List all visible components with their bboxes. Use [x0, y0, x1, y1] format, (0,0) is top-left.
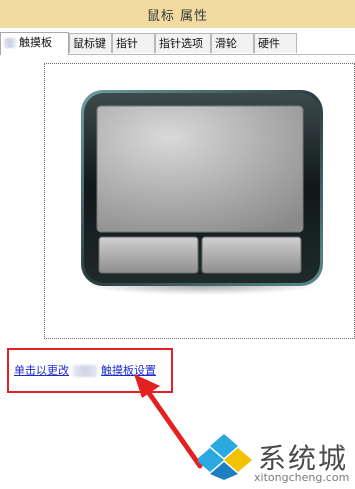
tab-hardware[interactable]: 硬件	[254, 33, 297, 53]
link-prefix: 单击以更改	[14, 364, 69, 377]
tab-label: 触摸板	[19, 36, 52, 49]
tab-label: 指针	[116, 37, 138, 50]
link-blurred-text	[73, 365, 97, 377]
tab-icon-blurred	[4, 38, 16, 48]
tab-buttons[interactable]: 鼠标键	[69, 33, 112, 53]
tab-wheel[interactable]: 滑轮	[211, 33, 254, 53]
watermark-logo-icon	[198, 434, 252, 480]
watermark-url: xitongcheng.com	[254, 471, 350, 484]
tab-pointers[interactable]: 指针	[112, 33, 155, 53]
title-bar: 鼠标 属性	[0, 0, 355, 28]
tab-label: 鼠标键	[73, 37, 106, 50]
tab-label: 指针选项	[159, 37, 203, 50]
tab-label: 硬件	[258, 37, 280, 50]
tab-touchpad[interactable]: 触摸板	[0, 32, 69, 55]
window-title: 鼠标 属性	[146, 9, 209, 24]
tab-pointer-options[interactable]: 指针选项	[155, 33, 211, 53]
tab-label: 滑轮	[215, 37, 237, 50]
touchpad-icon	[81, 90, 323, 295]
tab-strip: 触摸板 鼠标键 指针 指针选项 滑轮 硬件	[0, 32, 355, 55]
